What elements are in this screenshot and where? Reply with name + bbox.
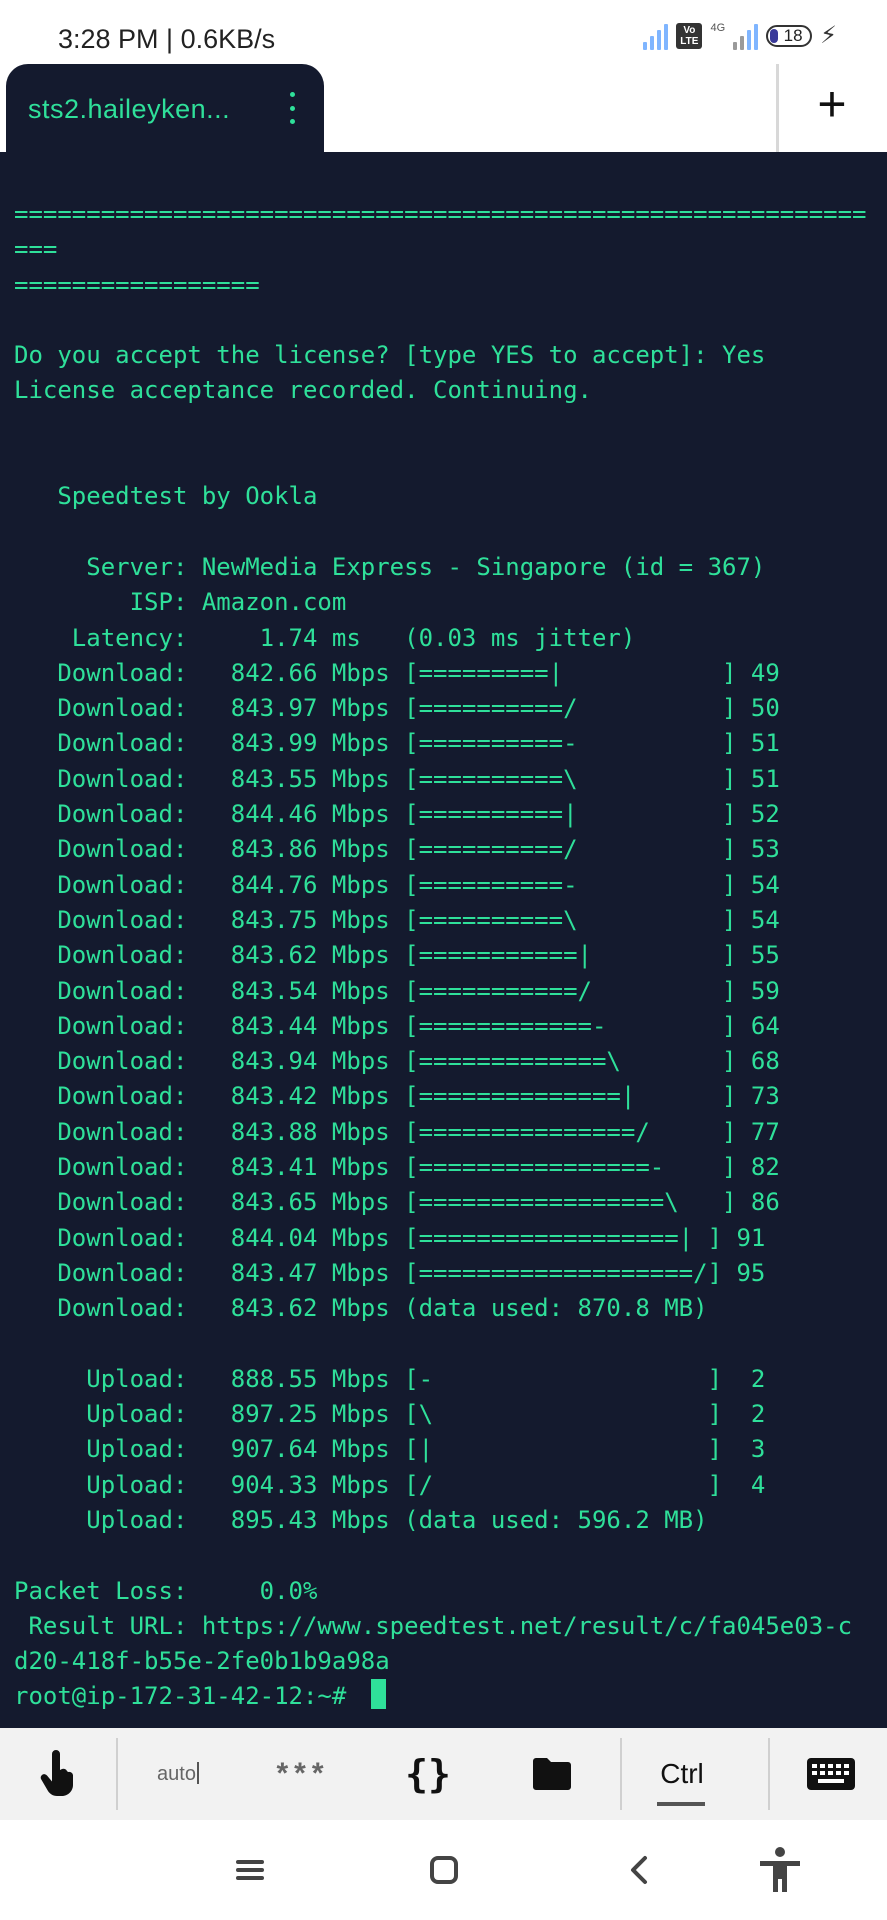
auto-key-label: auto bbox=[157, 1762, 199, 1786]
terminal-line: Result URL: https://www.speedtest.net/re… bbox=[28, 1611, 853, 1640]
auto-key[interactable]: auto bbox=[138, 1728, 218, 1820]
system-nav-bar bbox=[0, 1820, 887, 1920]
touch-hand-icon[interactable] bbox=[20, 1728, 95, 1820]
terminal-cursor bbox=[370, 1679, 386, 1710]
terminal-line: Download: 843.44 Mbps [============- ] 6… bbox=[57, 1011, 780, 1040]
terminal-line: Download: 843.75 Mbps [==========\ ] 54 bbox=[57, 905, 780, 934]
battery-icon: 18 bbox=[766, 25, 813, 47]
terminal-line: ========================================… bbox=[14, 200, 867, 228]
terminal-line: Download: 843.55 Mbps [==========\ ] 51 bbox=[57, 764, 780, 793]
terminal-line: Download: 843.42 Mbps [==============| ]… bbox=[57, 1082, 780, 1111]
braces-key-label: {} bbox=[405, 1752, 451, 1796]
terminal-lines: ========================================… bbox=[14, 200, 867, 1675]
terminal-line: Download: 844.46 Mbps [==========| ] 52 bbox=[57, 800, 780, 829]
signal-strength-icon-2 bbox=[733, 22, 759, 50]
terminal-line: ================= bbox=[14, 270, 260, 299]
braces-key[interactable]: {} bbox=[388, 1728, 468, 1820]
ctrl-key-label: Ctrl bbox=[660, 1758, 704, 1789]
terminal-output: ========================================… bbox=[14, 197, 867, 1715]
terminal-line: Download: 843.47 Mbps [=================… bbox=[57, 1258, 766, 1287]
terminal-line: === bbox=[14, 235, 58, 264]
terminal-line: Upload: 904.33 Mbps [/ ] 4 bbox=[86, 1470, 766, 1499]
toolbar-separator-2 bbox=[620, 1738, 622, 1810]
status-icons: Vo LTE 4G 18 ⚡︎ bbox=[643, 22, 837, 50]
ctrl-key[interactable]: Ctrl bbox=[640, 1728, 724, 1820]
tab-bar: sts2.haileyken... + bbox=[0, 62, 887, 154]
session-tab[interactable]: sts2.haileyken... bbox=[6, 64, 324, 154]
folder-icon[interactable] bbox=[510, 1728, 594, 1820]
terminal-line: Download: 843.94 Mbps [=============\ ] … bbox=[57, 1047, 780, 1076]
terminal-line: Download: 843.62 Mbps (data used: 870.8 … bbox=[57, 1294, 708, 1323]
lightning-icon: ⚡︎ bbox=[820, 22, 837, 49]
terminal-line: Latency: 1.74 ms (0.03 ms jitter) bbox=[71, 623, 636, 652]
more-vertical-icon[interactable] bbox=[286, 92, 298, 124]
terminal-line: Download: 842.66 Mbps [=========| ] 49 bbox=[57, 658, 780, 687]
terminal-line: Download: 843.62 Mbps [===========| ] 55 bbox=[57, 941, 780, 970]
shell-prompt: root@ip-172-31-42-12:~# bbox=[14, 1682, 361, 1711]
network-type: 4G bbox=[710, 22, 726, 34]
terminal-line: License acceptance recorded. Continuing. bbox=[14, 376, 592, 405]
terminal-line: Download: 843.86 Mbps [==========/ ] 53 bbox=[57, 835, 780, 864]
home-square-icon[interactable] bbox=[412, 1838, 476, 1902]
status-time: 3:28 PM | 0.6KB/s bbox=[58, 24, 276, 54]
accessibility-icon[interactable] bbox=[748, 1838, 812, 1902]
menu-icon[interactable] bbox=[218, 1838, 282, 1902]
terminal-line: Download: 844.04 Mbps [=================… bbox=[57, 1223, 766, 1252]
terminal-line: Download: 843.88 Mbps [===============/ … bbox=[57, 1117, 780, 1146]
terminal-line: Upload: 888.55 Mbps [- ] 2 bbox=[86, 1364, 766, 1393]
terminal-line: Do you accept the license? [type YES to … bbox=[14, 341, 766, 370]
terminal-line: Upload: 895.43 Mbps (data used: 596.2 MB… bbox=[86, 1505, 708, 1534]
battery-level: 18 bbox=[783, 26, 803, 45]
password-key-label: *** bbox=[276, 1757, 330, 1790]
terminal-line: Download: 843.99 Mbps [==========- ] 51 bbox=[57, 729, 780, 758]
keyboard-icon[interactable] bbox=[792, 1728, 870, 1820]
terminal-line: Download: 843.54 Mbps [===========/ ] 59 bbox=[57, 976, 780, 1005]
terminal-line: Packet Loss: 0.0% bbox=[14, 1576, 318, 1605]
back-chevron-icon[interactable] bbox=[607, 1838, 671, 1902]
terminal-line: Upload: 897.25 Mbps [\ ] 2 bbox=[86, 1400, 766, 1429]
ctrl-active-indicator bbox=[657, 1802, 705, 1806]
terminal-line: Download: 843.41 Mbps [================-… bbox=[57, 1153, 780, 1182]
terminal-line: Download: 843.97 Mbps [==========/ ] 50 bbox=[57, 694, 780, 723]
extra-keys-toolbar: auto *** {} Ctrl bbox=[0, 1728, 887, 1820]
volte-icon: Vo LTE bbox=[676, 23, 703, 49]
toolbar-separator-3 bbox=[768, 1738, 770, 1810]
tab-divider bbox=[776, 64, 779, 152]
terminal-line: d20-418f-b55e-2fe0b1b9a98a bbox=[14, 1647, 390, 1676]
terminal-line: Speedtest by Ookla bbox=[57, 482, 318, 511]
terminal-view[interactable]: ========================================… bbox=[0, 152, 887, 1728]
terminal-line: Download: 844.76 Mbps [==========- ] 54 bbox=[57, 870, 780, 899]
signal-strength-icon bbox=[643, 22, 669, 50]
plus-icon[interactable]: + bbox=[804, 76, 860, 132]
terminal-line: Upload: 907.64 Mbps [| ] 3 bbox=[86, 1435, 766, 1464]
session-tab-title: sts2.haileyken... bbox=[28, 94, 231, 124]
terminal-line: Server: NewMedia Express - Singapore (id… bbox=[86, 552, 766, 581]
password-key[interactable]: *** bbox=[258, 1728, 348, 1820]
terminal-line: Download: 843.65 Mbps [=================… bbox=[57, 1188, 780, 1217]
terminal-line: ISP: Amazon.com bbox=[129, 588, 347, 617]
toolbar-separator bbox=[116, 1738, 118, 1810]
